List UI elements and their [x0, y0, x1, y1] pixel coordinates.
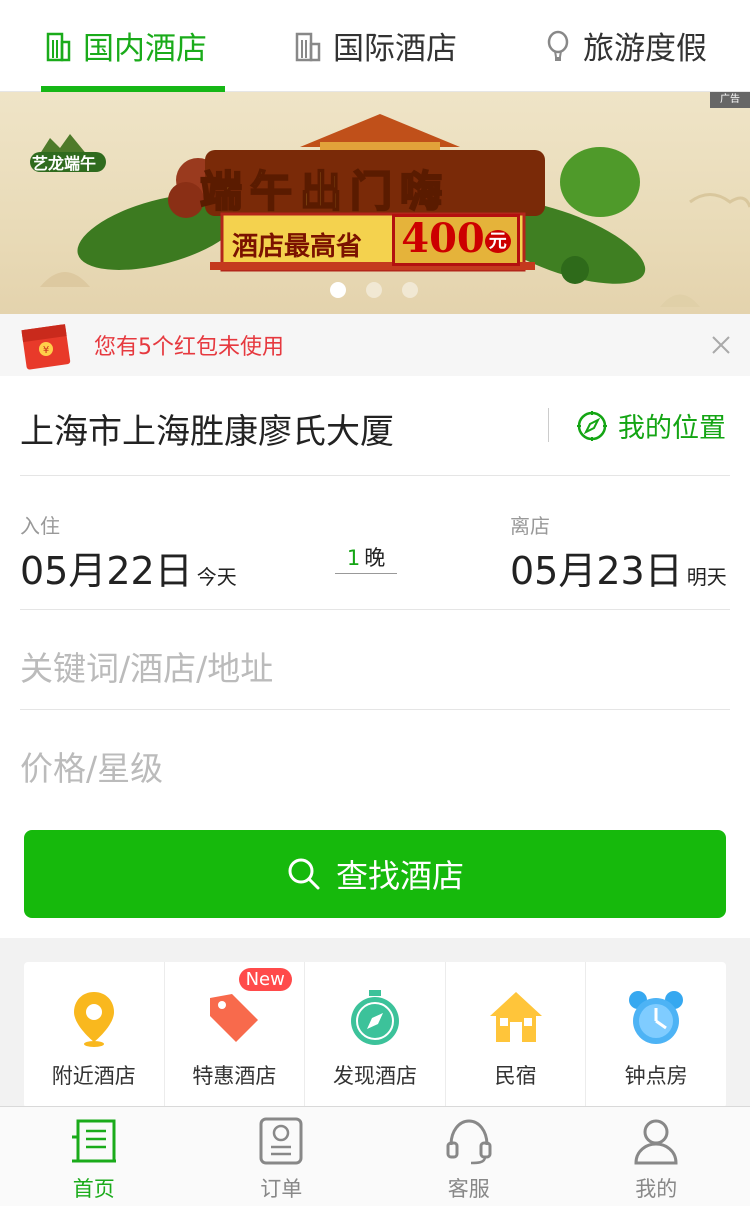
hotel-search-card: 上海市上海胜康廖氏大厦 我的位置 入住 05月22日 今天 1晚 离店 05月23…	[0, 376, 750, 938]
alarm-clock-icon	[629, 991, 684, 1044]
carousel-dot[interactable]	[402, 282, 418, 298]
checkout-date-field[interactable]: 05月23日 明天	[510, 540, 727, 595]
tab-travel-vacation[interactable]: 旅游度假	[500, 0, 750, 91]
nights-number: 1	[346, 546, 361, 570]
close-icon[interactable]	[712, 336, 730, 354]
nav-label: 我的	[635, 1177, 678, 1201]
compass-stopwatch-icon	[350, 990, 399, 1045]
quick-link-label: 附近酒店	[51, 1064, 136, 1088]
nav-label: 订单	[260, 1177, 303, 1201]
my-location-label: 我的位置	[618, 413, 726, 444]
carousel-dots	[330, 282, 418, 298]
search-button-label: 查找酒店	[335, 857, 464, 895]
carousel-dot[interactable]	[366, 282, 382, 298]
quick-link-label: 发现酒店	[332, 1064, 417, 1088]
building-icon	[46, 32, 71, 61]
keyword-field[interactable]: 关键词/酒店/地址	[20, 610, 730, 710]
compass-icon	[577, 410, 607, 441]
search-icon	[288, 858, 320, 890]
ad-tag: 广告	[710, 92, 750, 108]
nav-home[interactable]: 首页	[0, 1107, 188, 1206]
tab-label: 国内酒店	[83, 31, 207, 67]
red-packet-icon: ¥	[21, 324, 71, 370]
price-star-field[interactable]: 价格/星级	[20, 710, 730, 810]
nav-orders[interactable]: 订单	[188, 1107, 376, 1206]
banner-amount: 400 元	[392, 214, 520, 266]
nights-count: 1晚	[335, 542, 397, 574]
house-icon	[489, 992, 542, 1042]
nav-label: 客服	[447, 1177, 490, 1201]
city-icon	[295, 32, 321, 61]
home-building-icon	[71, 1119, 116, 1163]
red-packet-notice[interactable]: ¥ 您有5个红包未使用	[0, 314, 750, 376]
location-pin-icon	[73, 992, 114, 1047]
checkin-date-field[interactable]: 05月22日 今天	[20, 540, 237, 595]
svg-text:¥: ¥	[43, 345, 49, 356]
nav-profile[interactable]: 我的	[563, 1107, 750, 1206]
search-hotels-button[interactable]: 查找酒店	[24, 830, 726, 918]
red-packet-text: 您有5个红包未使用	[94, 335, 284, 360]
tab-label: 国际酒店	[333, 31, 457, 67]
checkin-label: 入住	[20, 514, 60, 538]
bottom-navigation: 首页 订单 客服 我的	[0, 1106, 750, 1206]
nav-label: 首页	[72, 1177, 115, 1201]
checkout-date: 05月23日	[510, 549, 683, 593]
quick-link-label: 特惠酒店	[192, 1064, 277, 1088]
divider	[548, 408, 549, 442]
checkout-day: 明天	[686, 565, 727, 589]
banner-title: 端午出门嗨	[199, 166, 451, 217]
location-row[interactable]: 上海市上海胜康廖氏大厦 我的位置	[20, 376, 730, 476]
quick-link-homestay[interactable]: 民宿	[446, 962, 587, 1108]
checkin-date: 05月22日	[20, 549, 193, 593]
tab-label: 旅游度假	[583, 31, 707, 67]
user-icon	[634, 1119, 678, 1165]
tab-domestic-hotels[interactable]: 国内酒店	[0, 0, 250, 92]
checkin-day: 今天	[196, 565, 237, 589]
event-badge-text: 艺龙端午	[32, 154, 97, 173]
nav-customer-service[interactable]: 客服	[375, 1107, 563, 1206]
keyword-placeholder: 关键词/酒店/地址	[20, 649, 274, 688]
price-star-placeholder: 价格/星级	[20, 749, 164, 788]
quick-link-label: 钟点房	[624, 1064, 688, 1088]
promo-banner[interactable]: 艺龙端午 端午出门嗨 酒店最高省 400 元 广告	[0, 92, 750, 314]
banner-subtitle: 酒店最高省	[232, 232, 363, 262]
my-location-button[interactable]: 我的位置	[576, 406, 726, 445]
order-icon	[259, 1117, 303, 1165]
headset-icon	[446, 1119, 492, 1165]
quick-link-nearby-hotels[interactable]: 附近酒店	[24, 962, 165, 1108]
quick-link-discover-hotels[interactable]: 发现酒店	[305, 962, 446, 1108]
quick-link-hourly-rooms[interactable]: 钟点房	[586, 962, 726, 1108]
location-name[interactable]: 上海市上海胜康廖氏大厦	[20, 404, 394, 453]
price-tag-icon	[210, 994, 259, 1042]
checkout-label: 离店	[510, 514, 550, 538]
top-tab-bar: 国内酒店 国际酒店 旅游度假	[0, 0, 750, 92]
tab-international-hotels[interactable]: 国际酒店	[250, 0, 500, 91]
new-badge: New	[238, 968, 292, 991]
carousel-dot[interactable]	[330, 282, 346, 298]
quick-links-grid: 附近酒店 New 特惠酒店 发现酒店 民宿 钟点房	[24, 962, 726, 1108]
banner-amount-value: 400	[401, 215, 485, 262]
balloon-icon	[547, 30, 569, 61]
nights-unit: 晚	[364, 546, 386, 570]
banner-amount-unit: 元	[484, 230, 511, 253]
date-row[interactable]: 入住 05月22日 今天 1晚 离店 05月23日 明天	[20, 476, 730, 610]
quick-link-label: 民宿	[494, 1064, 537, 1088]
quick-link-deal-hotels[interactable]: New 特惠酒店	[165, 962, 306, 1108]
